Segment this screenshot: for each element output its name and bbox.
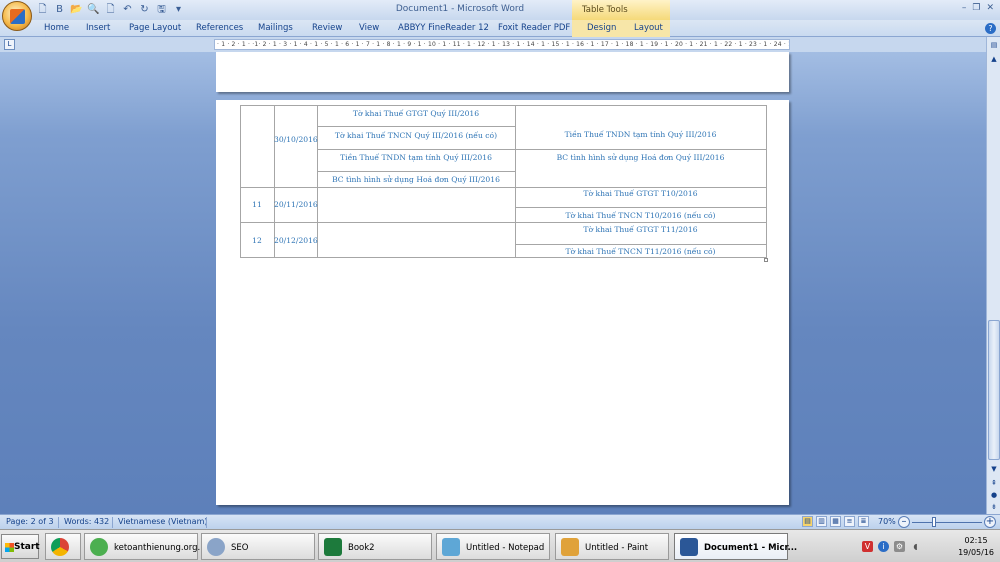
word-count[interactable]: Words: 432 bbox=[64, 517, 109, 526]
taskbar: Start ketoanthienung.org... SEO Book2 Un… bbox=[0, 529, 1000, 562]
scroll-thumb[interactable] bbox=[988, 320, 1000, 460]
date-cell: 20/12/2016 bbox=[274, 236, 318, 245]
system-tray: V i ⚙ ◖ 02:15 19/05/16 bbox=[860, 533, 1000, 560]
minimize-button[interactable]: – bbox=[962, 3, 967, 13]
clock-date: 19/05/16 bbox=[958, 548, 994, 557]
ribbon-tabs: Home Insert Page Layout References Maili… bbox=[0, 20, 1000, 37]
zoom-out-button[interactable]: – bbox=[898, 516, 910, 528]
status-bar: Page: 2 of 3 Words: 432 Vietnamese (Viet… bbox=[0, 514, 1000, 529]
notepad-icon bbox=[442, 538, 460, 556]
clock[interactable]: 02:15 19/05/16 bbox=[958, 535, 994, 559]
table-cell: Tờ khai Thuế TNCN T11/2016 (nếu có) bbox=[565, 247, 716, 256]
table-cell: BC tình hình sử dụng Hoá đơn Quý III/201… bbox=[556, 153, 725, 162]
table-cell: Tờ khai Thuế TNCN Quý III/2016 (nếu có) bbox=[334, 131, 498, 140]
tab-home[interactable]: Home bbox=[44, 23, 69, 33]
page-1-bottom bbox=[216, 52, 789, 92]
tab-foxit[interactable]: Foxit Reader PDF bbox=[498, 23, 570, 33]
scroll-up-icon[interactable]: ▲ bbox=[988, 53, 1000, 65]
page-counter[interactable]: Page: 2 of 3 bbox=[6, 517, 54, 526]
zoom-slider[interactable] bbox=[912, 522, 982, 523]
start-button[interactable]: Start bbox=[1, 534, 40, 559]
tab-references[interactable]: References bbox=[196, 23, 243, 33]
window-title: Document1 - Microsoft Word bbox=[395, 4, 525, 14]
zoom-slider-knob[interactable] bbox=[932, 517, 936, 527]
search-folder-icon bbox=[207, 538, 225, 556]
volume-icon[interactable]: ◖ bbox=[910, 541, 921, 552]
full-screen-reading-icon[interactable]: ▥ bbox=[816, 516, 827, 527]
settings-icon[interactable]: ⚙ bbox=[894, 541, 905, 552]
table-cell: Tiền Thuế TNDN tạm tính Quý III/2016 bbox=[564, 130, 717, 139]
tab-design[interactable]: Design bbox=[587, 23, 616, 33]
browse-object-icon[interactable]: ● bbox=[988, 489, 1000, 501]
taskbar-item-book2[interactable]: Book2 bbox=[318, 533, 432, 560]
print-layout-icon[interactable]: ▤ bbox=[802, 516, 813, 527]
ruler-toggle-icon[interactable]: ▤ bbox=[988, 39, 1000, 51]
view-buttons: ▤ ▥ ▦ ≡ ≣ bbox=[802, 516, 869, 527]
clock-time: 02:15 bbox=[964, 536, 988, 545]
tab-review[interactable]: Review bbox=[312, 23, 342, 33]
close-button[interactable]: ✕ bbox=[986, 3, 994, 13]
tab-insert[interactable]: Insert bbox=[86, 23, 110, 33]
restore-button[interactable]: ❐ bbox=[972, 3, 980, 13]
info-icon[interactable]: i bbox=[878, 541, 889, 552]
taskbar-item-notepad[interactable]: Untitled - Notepad bbox=[436, 533, 550, 560]
chrome-icon bbox=[51, 538, 69, 556]
language-indicator[interactable]: Vietnamese (Vietnam) bbox=[118, 517, 207, 526]
taskbar-item-seo[interactable]: SEO bbox=[201, 533, 315, 560]
table-cell: Tờ khai Thuế GTGT T11/2016 bbox=[583, 225, 698, 234]
web-layout-icon[interactable]: ▦ bbox=[830, 516, 841, 527]
title-bar: 🗋 B 📂 🔍 🗋 ↶ ↻ 🖫 ▾ Document1 - Microsoft … bbox=[0, 0, 1000, 20]
taskbar-item-word[interactable]: Document1 - Micr... bbox=[674, 533, 797, 560]
ruler-bar: L · 1 · 2 · 1 · ·1· 2 · 1 · 3 · 1 · 4 · … bbox=[0, 37, 1000, 52]
tab-mailings[interactable]: Mailings bbox=[258, 23, 293, 33]
taskbar-item-paint[interactable]: Untitled - Paint bbox=[555, 533, 669, 560]
vertical-scrollbar[interactable]: ▤ ▲ ▼ ⇞ ● ⇟ bbox=[986, 37, 1000, 514]
table-cell: BC tình hình sử dụng Hoá đơn Quý III/201… bbox=[332, 175, 500, 184]
help-icon[interactable]: ? bbox=[985, 23, 996, 34]
taskbar-item-chrome[interactable] bbox=[45, 533, 81, 560]
window-controls: – ❐ ✕ bbox=[962, 3, 994, 13]
windows-logo-icon bbox=[5, 543, 14, 552]
tab-view[interactable]: View bbox=[359, 23, 379, 33]
page-2[interactable]: 30/10/2016 Tờ khai Thuế GTGT Quý III/201… bbox=[216, 100, 789, 505]
previous-page-icon[interactable]: ⇞ bbox=[988, 477, 1000, 489]
scroll-down-icon[interactable]: ▼ bbox=[988, 463, 1000, 475]
zoom-in-button[interactable]: + bbox=[984, 516, 996, 528]
next-page-icon[interactable]: ⇟ bbox=[988, 501, 1000, 513]
taskbar-item-browser[interactable]: ketoanthienung.org... bbox=[84, 533, 206, 560]
word-icon bbox=[680, 538, 698, 556]
tab-selector-button[interactable]: L bbox=[4, 39, 15, 50]
zoom-level[interactable]: 70% bbox=[878, 517, 896, 526]
horizontal-ruler[interactable]: · 1 · 2 · 1 · ·1· 2 · 1 · 3 · 1 · 4 · 1 … bbox=[214, 39, 790, 50]
excel-icon bbox=[324, 538, 342, 556]
date-cell: 30/10/2016 bbox=[274, 135, 318, 144]
outline-icon[interactable]: ≡ bbox=[844, 516, 855, 527]
table-resize-handle[interactable] bbox=[764, 258, 768, 262]
date-cell: 20/11/2016 bbox=[274, 200, 318, 209]
table-cell: Tiền Thuế TNDN tạm tính Quý III/2016 bbox=[340, 153, 492, 162]
table-tools-header: Table Tools bbox=[572, 0, 670, 20]
office-button[interactable] bbox=[2, 1, 32, 31]
office-logo-icon bbox=[10, 9, 25, 24]
table-cell: Tờ khai Thuế GTGT Quý III/2016 bbox=[352, 109, 480, 118]
coccoc-icon bbox=[90, 538, 108, 556]
document-area: 30/10/2016 Tờ khai Thuế GTGT Quý III/201… bbox=[0, 52, 986, 514]
table-cell: Tờ khai Thuế GTGT T10/2016 bbox=[583, 189, 698, 198]
tab-layout[interactable]: Layout bbox=[634, 23, 663, 33]
draft-icon[interactable]: ≣ bbox=[858, 516, 869, 527]
tab-abbyy[interactable]: ABBYY FineReader 12 bbox=[398, 23, 489, 33]
row-number: 12 bbox=[252, 236, 262, 245]
antivirus-icon[interactable]: V bbox=[862, 541, 873, 552]
tab-page-layout[interactable]: Page Layout bbox=[129, 23, 181, 33]
row-number: 11 bbox=[252, 200, 262, 209]
table-cell: Tờ khai Thuế TNCN T10/2016 (nếu có) bbox=[565, 211, 716, 220]
tax-schedule-table[interactable]: 30/10/2016 Tờ khai Thuế GTGT Quý III/201… bbox=[240, 105, 767, 258]
paint-icon bbox=[561, 538, 579, 556]
